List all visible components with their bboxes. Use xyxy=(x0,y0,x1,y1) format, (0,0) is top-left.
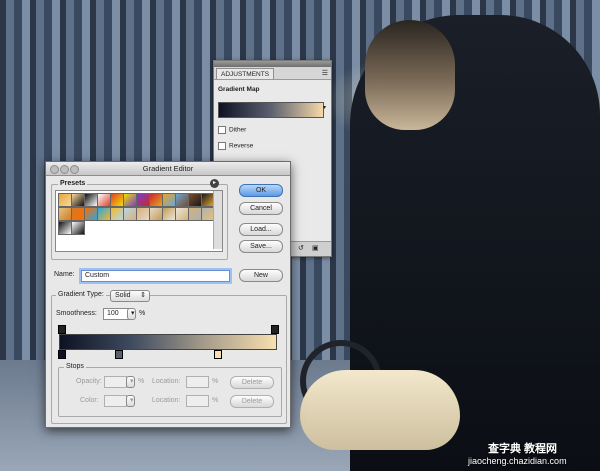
preset-swatch[interactable] xyxy=(175,193,189,207)
presets-swatch-grid xyxy=(55,190,223,252)
preset-swatch[interactable] xyxy=(58,221,72,235)
stops-group xyxy=(58,367,282,417)
ok-button[interactable]: OK xyxy=(239,184,283,197)
stops-label: Stops xyxy=(64,363,86,370)
smoothness-input[interactable]: 100 xyxy=(103,308,130,320)
smoothness-unit: % xyxy=(139,310,146,317)
smoothness-label: Smoothness: xyxy=(56,310,97,317)
opacity-label: Opacity: xyxy=(76,378,102,385)
man-head xyxy=(365,20,455,130)
gradient-map-preview[interactable] xyxy=(218,102,324,118)
opacity-location-label: Location: xyxy=(152,378,181,385)
color-location-unit: % xyxy=(212,397,219,404)
preset-swatch[interactable] xyxy=(84,193,98,207)
color-label: Color: xyxy=(80,397,99,404)
preset-swatch[interactable] xyxy=(71,207,85,221)
dither-checkbox[interactable]: Dither xyxy=(218,126,246,134)
presets-label: Presets xyxy=(58,180,88,187)
preset-swatch[interactable] xyxy=(162,207,176,221)
delete-opacity-stop-button[interactable]: Delete xyxy=(230,376,274,389)
reverse-checkbox-box[interactable] xyxy=(218,142,226,150)
motorcycle-tank xyxy=(300,370,460,450)
color-stop-left[interactable] xyxy=(58,350,66,359)
gradient-type-label: Gradient Type: xyxy=(56,291,106,298)
panel-title-bar[interactable] xyxy=(214,61,331,67)
opacity-dropdown-icon[interactable]: ▾ xyxy=(126,376,135,388)
color-swatch[interactable] xyxy=(104,395,127,407)
gradient-dropdown-arrow-icon[interactable]: ▾ xyxy=(323,104,326,111)
preset-swatch[interactable] xyxy=(175,207,189,221)
delete-trash-icon[interactable]: ▣ xyxy=(312,244,319,252)
opacity-location-unit: % xyxy=(212,378,219,385)
preset-swatch[interactable] xyxy=(110,207,124,221)
preset-swatch[interactable] xyxy=(71,193,85,207)
preset-swatch[interactable] xyxy=(84,207,98,221)
preset-swatch[interactable] xyxy=(71,221,85,235)
gradient-map-title: Gradient Map xyxy=(218,86,260,93)
cancel-button[interactable]: Cancel xyxy=(239,202,283,215)
reverse-checkbox[interactable]: Reverse xyxy=(218,142,253,150)
color-stop-right[interactable] xyxy=(214,350,222,359)
preset-swatch[interactable] xyxy=(149,193,163,207)
preset-swatch[interactable] xyxy=(149,207,163,221)
preset-swatch[interactable] xyxy=(97,207,111,221)
watermark-logo: 查字典 教程网 jiaocheng.chazidian.com xyxy=(468,440,567,466)
dialog-title: Gradient Editor xyxy=(142,164,194,173)
color-location-input[interactable] xyxy=(186,395,209,407)
panel-menu-icon[interactable]: ☰ xyxy=(322,69,328,77)
dialog-title-bar[interactable]: Gradient Editor xyxy=(46,162,290,176)
preset-swatch[interactable] xyxy=(110,193,124,207)
save-button[interactable]: Save... xyxy=(239,240,283,253)
presets-scrollbar[interactable] xyxy=(213,191,222,249)
preset-swatch[interactable] xyxy=(97,193,111,207)
preset-swatch[interactable] xyxy=(188,207,202,221)
new-button[interactable]: New xyxy=(239,269,283,282)
color-stop-middle[interactable] xyxy=(115,350,123,359)
preset-swatch[interactable] xyxy=(188,193,202,207)
load-button[interactable]: Load... xyxy=(239,223,283,236)
name-input[interactable]: Custom xyxy=(81,270,230,282)
name-label: Name: xyxy=(54,271,75,278)
preset-swatch[interactable] xyxy=(136,207,150,221)
preset-swatch[interactable] xyxy=(123,207,137,221)
delete-color-stop-button[interactable]: Delete xyxy=(230,395,274,408)
dither-checkbox-box[interactable] xyxy=(218,126,226,134)
smoothness-dropdown-icon[interactable]: ▾ xyxy=(127,308,136,320)
dither-label: Dither xyxy=(229,126,247,134)
watermark-text: 查字典 教程网 xyxy=(488,443,558,455)
preset-swatch[interactable] xyxy=(123,193,137,207)
presets-menu-icon[interactable]: ▸ xyxy=(210,179,219,188)
color-location-label: Location: xyxy=(152,397,181,404)
gradient-preview-bar[interactable] xyxy=(59,334,277,350)
preset-swatch[interactable] xyxy=(136,193,150,207)
opacity-location-input[interactable] xyxy=(186,376,209,388)
color-dropdown-icon[interactable]: ▾ xyxy=(126,395,135,407)
preset-swatch[interactable] xyxy=(162,193,176,207)
opacity-stop-right[interactable] xyxy=(271,325,279,334)
preset-swatch[interactable] xyxy=(58,207,72,221)
gradient-editor-dialog: Gradient Editor Presets ▸ OK Cancel Load… xyxy=(45,161,291,428)
opacity-input[interactable] xyxy=(104,376,127,388)
reverse-label: Reverse xyxy=(229,142,254,150)
gradient-type-value: Solid xyxy=(115,292,131,299)
gradient-type-select[interactable]: Solid ⇕ xyxy=(110,290,150,302)
watermark-url: jiaocheng.chazidian.com xyxy=(468,456,567,466)
reset-icon[interactable]: ↺ xyxy=(298,244,304,252)
opacity-stop-left[interactable] xyxy=(58,325,66,334)
preset-swatch[interactable] xyxy=(58,193,72,207)
opacity-unit: % xyxy=(138,378,145,385)
select-arrows-icon: ⇕ xyxy=(140,292,146,299)
